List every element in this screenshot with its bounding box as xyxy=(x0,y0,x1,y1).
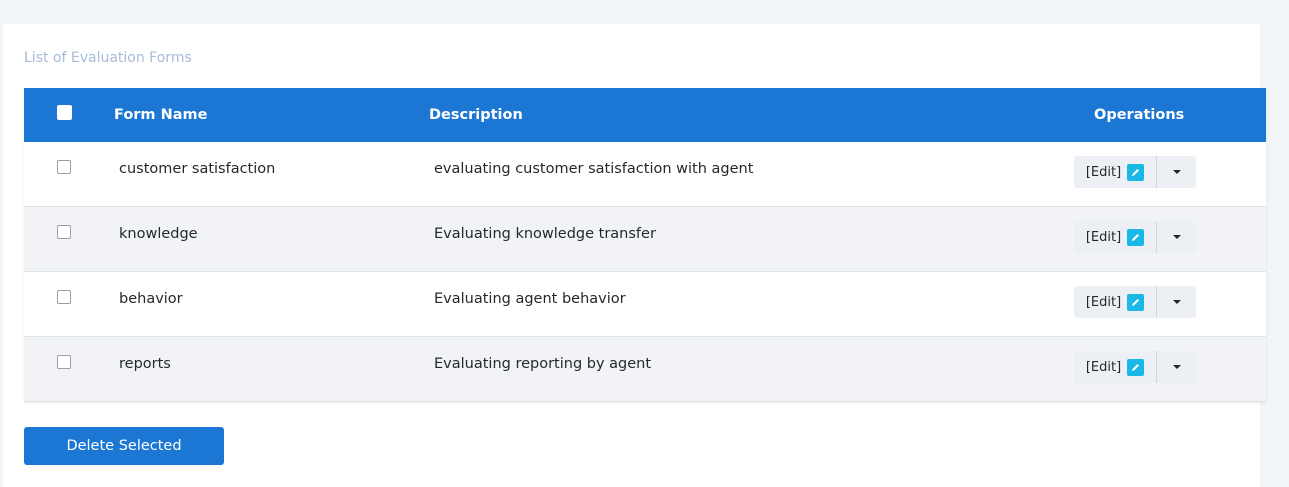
description-cell: Evaluating agent behavior xyxy=(434,291,626,307)
operations-dropdown-toggle[interactable] xyxy=(1157,286,1196,318)
row-checkbox[interactable] xyxy=(57,160,71,174)
table-row: knowledge Evaluating knowledge transfer … xyxy=(24,207,1266,272)
form-name-cell: customer satisfaction xyxy=(119,161,276,177)
select-all-checkbox[interactable] xyxy=(57,105,72,120)
description-cell: Evaluating knowledge transfer xyxy=(434,226,656,242)
operations-button-group: [Edit] xyxy=(1074,286,1196,318)
header-operations: Operations xyxy=(1094,107,1185,123)
edit-label: [Edit] xyxy=(1085,359,1122,375)
caret-down-icon xyxy=(1172,235,1181,239)
operations-button-group: [Edit] xyxy=(1074,156,1196,188)
edit-label: [Edit] xyxy=(1085,229,1122,245)
operations-button-group: [Edit] xyxy=(1074,351,1196,383)
table-row: behavior Evaluating agent behavior [Edit… xyxy=(24,272,1266,337)
edit-label: [Edit] xyxy=(1085,164,1122,180)
edit-button[interactable]: [Edit] xyxy=(1074,221,1157,253)
forms-card: List of Evaluation Forms Form Name Descr… xyxy=(3,24,1266,487)
pencil-icon xyxy=(1127,163,1145,181)
delete-selected-button[interactable]: Delete Selected xyxy=(24,427,224,465)
operations-dropdown-toggle[interactable] xyxy=(1157,156,1196,188)
pencil-icon xyxy=(1127,358,1145,376)
table-row: reports Evaluating reporting by agent [E… xyxy=(24,337,1266,402)
pencil-icon xyxy=(1127,293,1145,311)
edit-button[interactable]: [Edit] xyxy=(1074,156,1157,188)
operations-dropdown-toggle[interactable] xyxy=(1157,351,1196,383)
caret-down-icon xyxy=(1172,365,1181,369)
description-cell: Evaluating reporting by agent xyxy=(434,356,652,372)
edit-button[interactable]: [Edit] xyxy=(1074,286,1157,318)
pencil-icon xyxy=(1127,228,1145,246)
header-form-name: Form Name xyxy=(114,107,208,123)
form-name-cell: knowledge xyxy=(119,226,198,242)
description-cell: evaluating customer satisfaction with ag… xyxy=(434,161,754,177)
card-title: List of Evaluation Forms xyxy=(24,50,192,66)
table-row: customer satisfaction evaluating custome… xyxy=(24,142,1266,207)
table-header: Form Name Description Operations xyxy=(24,88,1266,142)
form-name-cell: behavior xyxy=(119,291,183,307)
row-checkbox[interactable] xyxy=(57,355,71,369)
operations-button-group: [Edit] xyxy=(1074,221,1196,253)
operations-dropdown-toggle[interactable] xyxy=(1157,221,1196,253)
edit-button[interactable]: [Edit] xyxy=(1074,351,1157,383)
forms-table: Form Name Description Operations custome… xyxy=(24,88,1266,402)
header-description: Description xyxy=(429,107,523,123)
row-checkbox[interactable] xyxy=(57,290,71,304)
edit-label: [Edit] xyxy=(1085,294,1122,310)
caret-down-icon xyxy=(1172,170,1181,174)
caret-down-icon xyxy=(1172,300,1181,304)
row-checkbox[interactable] xyxy=(57,225,71,239)
form-name-cell: reports xyxy=(119,356,171,372)
